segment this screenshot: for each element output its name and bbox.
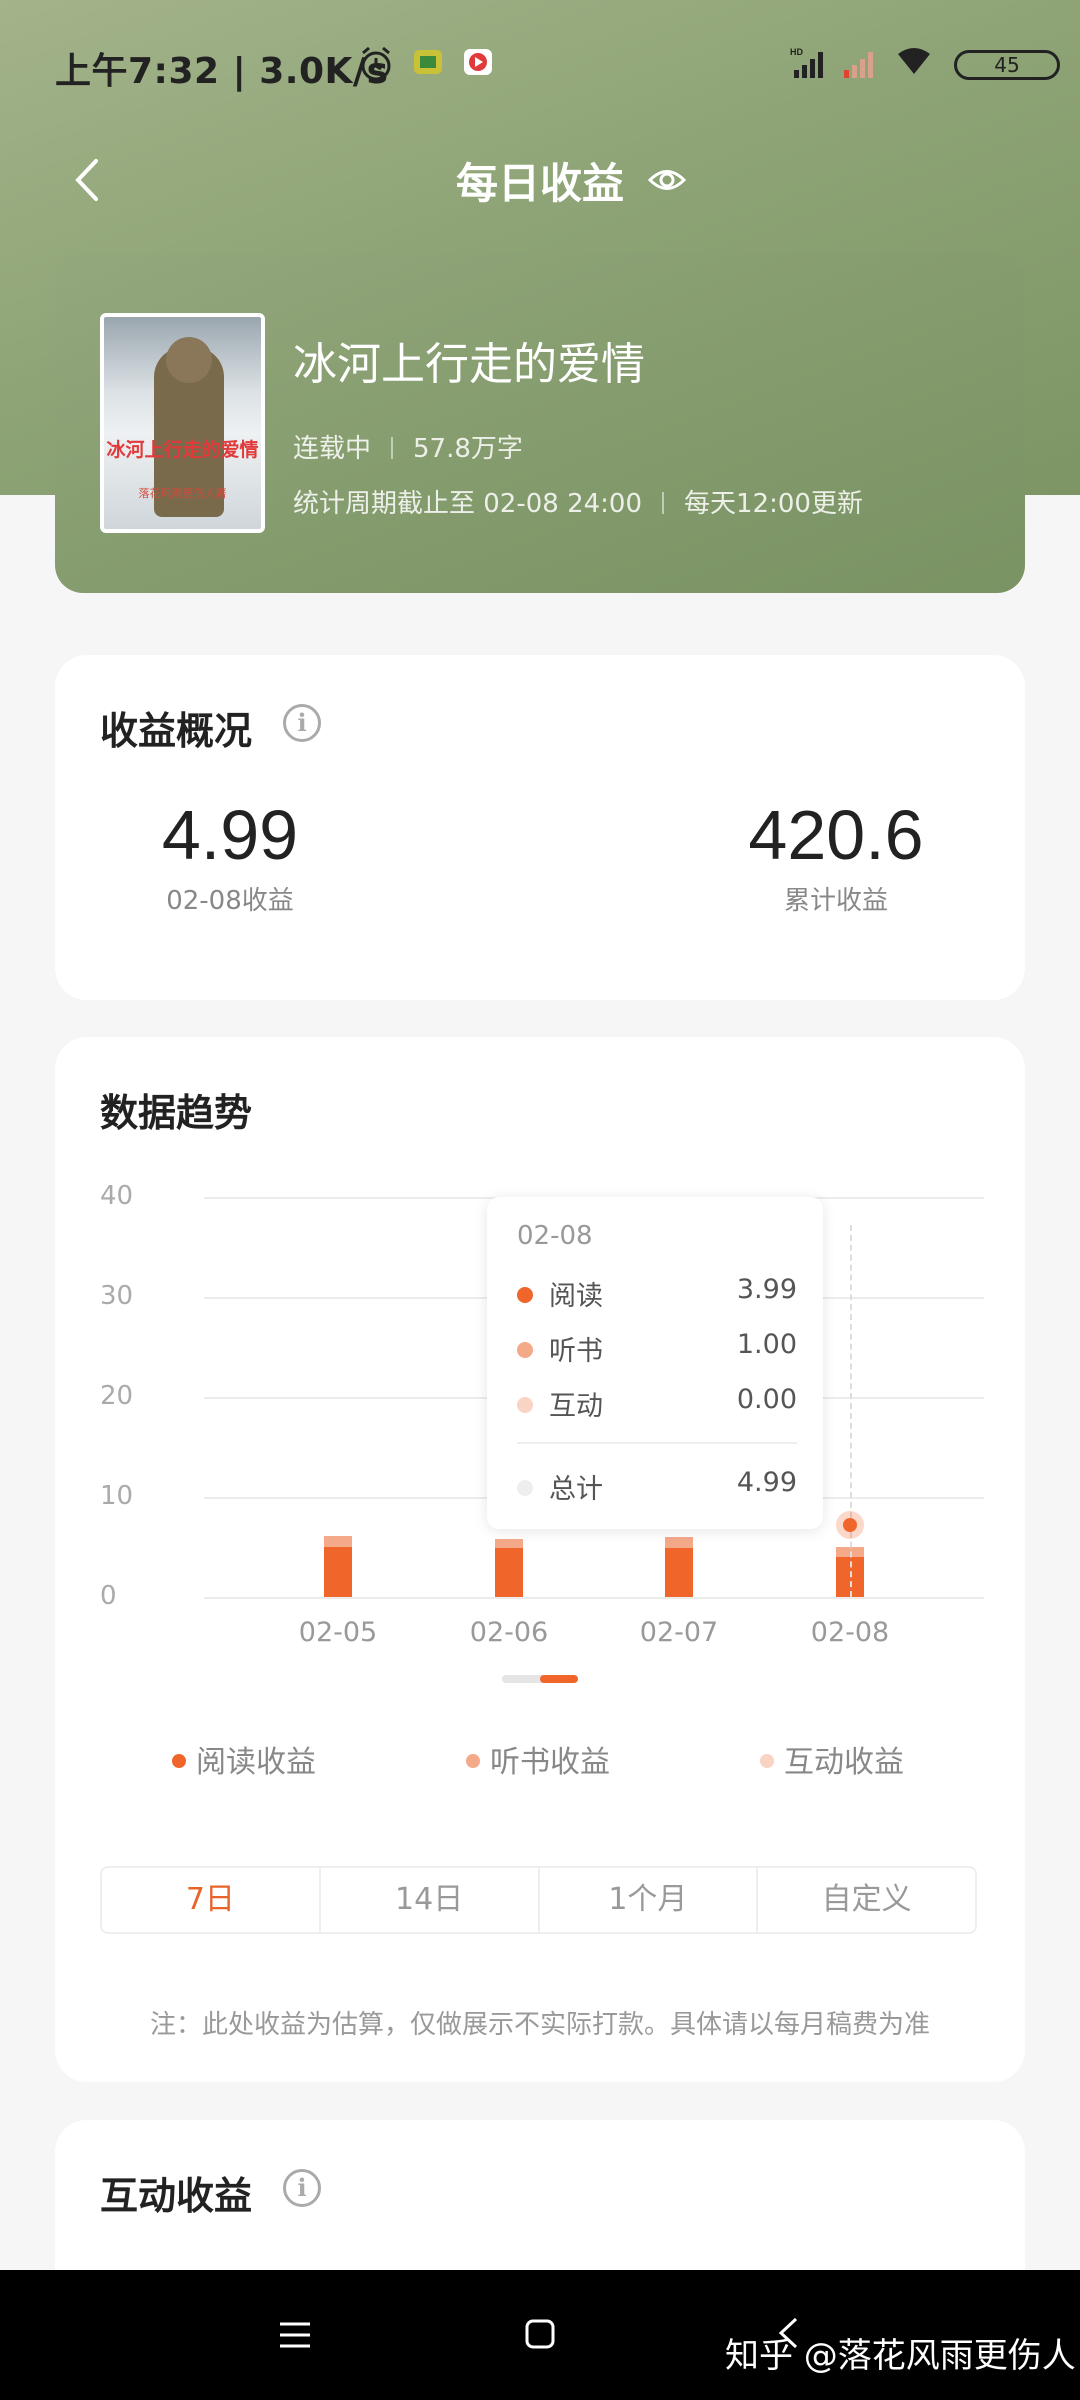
- total-earnings-value: 420.6: [748, 796, 924, 874]
- x-tick-label: 02-07: [639, 1617, 719, 1648]
- y-tick-label: 0: [100, 1581, 117, 1611]
- status-time: 上午7:32 | 3.0K/s: [55, 51, 389, 92]
- bar-02-07[interactable]: [665, 1548, 693, 1597]
- tooltip-row-value: 1.00: [736, 1329, 797, 1360]
- total-dot: [517, 1480, 533, 1496]
- legend-listen: 听书收益: [466, 1737, 610, 1781]
- tooltip-row-value: 3.99: [736, 1274, 797, 1305]
- book-card[interactable]: 冰河上行走的爱情 落花风雨更伤人著 冰河上行走的爱情 连载中 57.8万字 统计周…: [55, 253, 1025, 593]
- page-title-text: 每日收益: [455, 159, 624, 208]
- book-status: 连载中: [293, 434, 372, 464]
- tooltip-row-interact: 互动 0.00: [517, 1384, 797, 1423]
- highlight-line: [850, 1225, 852, 1597]
- highlight-dot: [836, 1511, 864, 1540]
- chart-scroll-indicator[interactable]: [502, 1675, 578, 1683]
- menu-icon[interactable]: [278, 2320, 312, 2350]
- disclaimer-note: 注：此处收益为估算，仅做展示不实际打款。具体请以每月稿费为准: [149, 2010, 930, 2040]
- grid-line: [204, 1597, 984, 1599]
- daily-earnings-label: 02-08收益: [166, 886, 294, 916]
- cover-title: 冰河上行走的爱情: [106, 439, 259, 461]
- legend-dot: [466, 1754, 480, 1768]
- overview-title: 收益概况: [100, 709, 253, 753]
- bar-02-05[interactable]: [324, 1536, 352, 1547]
- y-tick-label: 30: [100, 1281, 134, 1311]
- tooltip-row-read: 阅读 3.99: [517, 1274, 797, 1313]
- page-title: 每日收益: [0, 150, 1080, 211]
- total-earnings-label: 累计收益: [783, 886, 888, 916]
- book-meta: 连载中 57.8万字: [293, 428, 523, 465]
- bar-02-05[interactable]: [324, 1547, 352, 1597]
- tooltip-row-label: 阅读: [549, 1281, 603, 1312]
- x-tick-label: 02-08: [810, 1617, 890, 1648]
- book-title: 冰河上行走的爱情: [293, 339, 645, 390]
- tab-14d[interactable]: 14日: [321, 1868, 540, 1932]
- tab-7d[interactable]: 7日: [102, 1868, 321, 1932]
- overview-card: 收益概况 i 4.99 02-08收益 420.6 累计收益: [55, 655, 1025, 1000]
- tooltip-total-label: 总计: [549, 1474, 603, 1505]
- battery-indicator: 45: [954, 50, 1060, 80]
- daily-earnings-value: 4.99: [161, 796, 299, 874]
- x-tick-label: 02-06: [469, 1617, 549, 1648]
- bar-02-06[interactable]: [495, 1539, 523, 1548]
- tooltip-row-listen: 听书 1.00: [517, 1329, 797, 1368]
- svg-text:HD: HD: [790, 47, 803, 57]
- legend-read: 阅读收益: [172, 1737, 316, 1781]
- wifi-icon: [898, 48, 930, 74]
- tooltip-row-value: 0.00: [736, 1384, 797, 1415]
- signal-2-icon: [844, 52, 873, 78]
- tooltip-row-label: 听书: [549, 1336, 603, 1367]
- period-text: 统计周期截止至 02-08 24:00: [293, 489, 643, 519]
- trend-title: 数据趋势: [100, 1091, 253, 1135]
- cover-subtitle: 落花风雨更伤人著: [138, 487, 227, 500]
- legend-label: 听书收益: [490, 1745, 610, 1780]
- tab-custom[interactable]: 自定义: [758, 1868, 975, 1932]
- scroll-thumb: [540, 1675, 578, 1683]
- home-icon[interactable]: [524, 2318, 556, 2350]
- legend-label: 阅读收益: [196, 1745, 316, 1780]
- tooltip-total-value: 4.99: [736, 1467, 797, 1498]
- app-icon: [414, 50, 442, 74]
- bar-02-07[interactable]: [665, 1537, 693, 1548]
- divider: [391, 437, 394, 459]
- tooltip-date: 02-08: [517, 1221, 593, 1251]
- y-tick-label: 20: [100, 1381, 134, 1411]
- tab-1m[interactable]: 1个月: [540, 1868, 759, 1932]
- read-dot: [517, 1287, 533, 1303]
- alarm-icon: [361, 46, 391, 81]
- range-tabs: 7日 14日 1个月 自定义: [100, 1866, 977, 1934]
- update-text: 每天12:00更新: [684, 489, 863, 519]
- interactive-earnings-title: 互动收益: [100, 2174, 253, 2218]
- eye-icon[interactable]: [648, 163, 686, 197]
- y-tick-label: 10: [100, 1481, 134, 1511]
- video-app-icon: [464, 49, 492, 75]
- legend-label: 互动收益: [784, 1745, 904, 1780]
- chart-tooltip: 02-08 阅读 3.99 听书 1.00 互动 0.00 总计 4.99: [487, 1197, 823, 1529]
- legend-dot: [760, 1754, 774, 1768]
- book-cover: 冰河上行走的爱情 落花风雨更伤人著: [100, 313, 265, 533]
- cover-figure-head: [166, 337, 212, 383]
- status-bar: 上午7:32 | 3.0K/s HD 45: [0, 0, 1080, 130]
- book-words: 57.8万字: [413, 434, 523, 464]
- tooltip-divider: [517, 1442, 797, 1444]
- info-icon[interactable]: i: [283, 704, 321, 742]
- info-icon[interactable]: i: [283, 2169, 321, 2207]
- tooltip-row-total: 总计 4.99: [517, 1467, 797, 1506]
- legend-interact: 互动收益: [760, 1737, 904, 1781]
- x-tick-label: 02-05: [298, 1617, 378, 1648]
- bar-02-06[interactable]: [495, 1548, 523, 1597]
- book-period: 统计周期截止至 02-08 24:00 每天12:00更新: [293, 483, 863, 520]
- listen-dot: [517, 1342, 533, 1358]
- signal-icon: HD: [790, 47, 823, 78]
- interact-dot: [517, 1397, 533, 1413]
- y-tick-label: 40: [100, 1181, 134, 1211]
- tooltip-row-label: 互动: [549, 1391, 603, 1422]
- legend-dot: [172, 1754, 186, 1768]
- watermark: 知乎 @落花风雨更伤人: [725, 2336, 1076, 2376]
- divider: [662, 492, 665, 514]
